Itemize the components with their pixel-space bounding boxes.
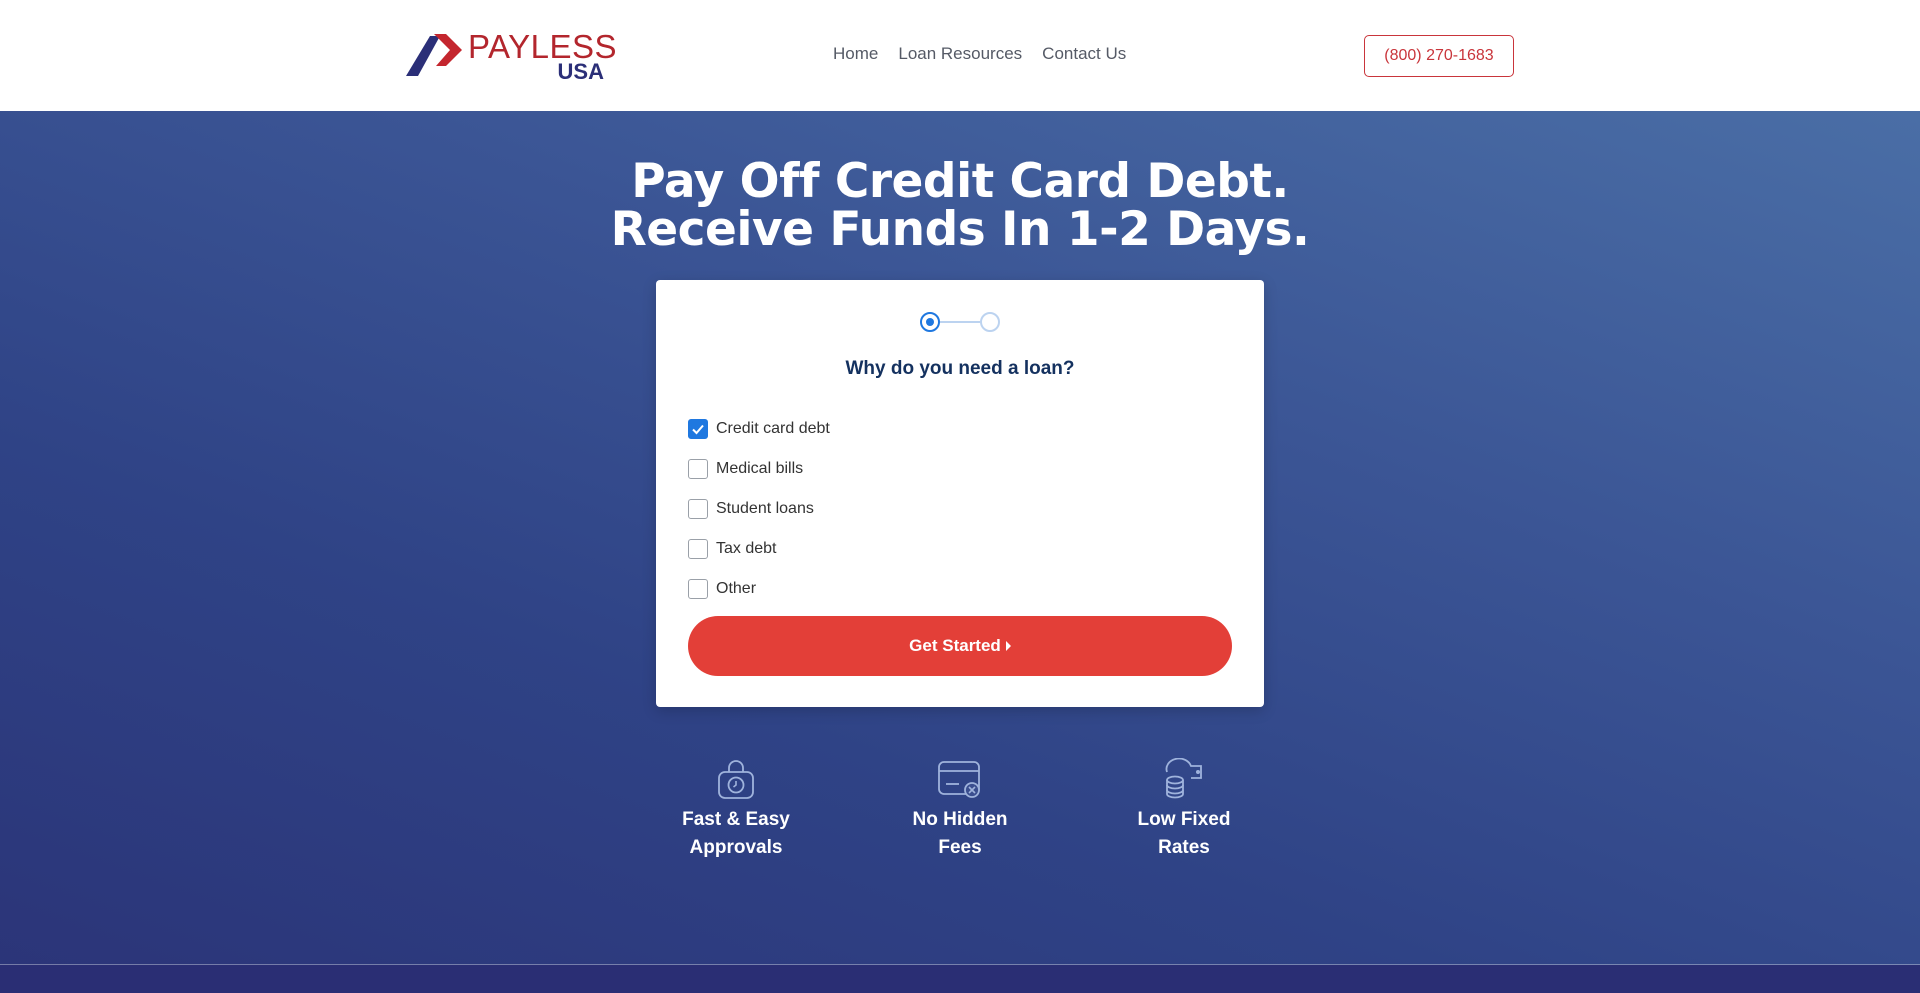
payless-usa-logo[interactable]: PAYLESS USA xyxy=(406,28,617,84)
option-label: Credit card debt xyxy=(716,420,830,437)
checkbox-credit-card-debt[interactable] xyxy=(688,419,708,439)
nav-home[interactable]: Home xyxy=(833,44,878,64)
option-label: Tax debt xyxy=(716,540,777,557)
footer-band xyxy=(0,965,1920,993)
option-other[interactable]: Other xyxy=(688,569,830,609)
loan-form-card: Why do you need a loan? Credit card debt… xyxy=(656,280,1264,707)
lock-clock-icon xyxy=(718,760,754,799)
feature-line-2: Approvals xyxy=(689,837,783,858)
feature-text: Low Fixed Rates xyxy=(1094,806,1274,862)
option-label: Student loans xyxy=(716,500,814,517)
checkbox-student-loans[interactable] xyxy=(688,499,708,519)
checkbox-tax-debt[interactable] xyxy=(688,539,708,559)
checkbox-other[interactable] xyxy=(688,579,708,599)
coins-wallet-icon xyxy=(1165,758,1202,799)
step-connector xyxy=(940,321,980,323)
card-no-fee-icon xyxy=(938,761,980,798)
step-2-indicator xyxy=(980,312,1000,332)
hero-title: Pay Off Credit Card Debt. Receive Funds … xyxy=(0,158,1920,254)
caret-right-icon xyxy=(1005,641,1011,651)
feature-low-fixed-rates: Low Fixed Rates xyxy=(1094,758,1274,862)
feature-line-1: No Hidden xyxy=(912,809,1008,830)
feature-text: Fast & Easy Approvals xyxy=(646,806,826,862)
site-header: PAYLESS USA Home Loan Resources Contact … xyxy=(0,0,1920,111)
hero-title-line-1: Pay Off Credit Card Debt. xyxy=(631,154,1289,209)
nav-contact-us[interactable]: Contact Us xyxy=(1042,44,1126,64)
option-tax-debt[interactable]: Tax debt xyxy=(688,529,830,569)
hero-section: Pay Off Credit Card Debt. Receive Funds … xyxy=(0,111,1920,993)
feature-line-2: Rates xyxy=(1158,837,1210,858)
loan-reason-options: Credit card debt Medical bills Student l… xyxy=(688,409,830,609)
form-stepper xyxy=(920,312,1002,334)
option-credit-card-debt[interactable]: Credit card debt xyxy=(688,409,830,449)
checkbox-medical-bills[interactable] xyxy=(688,459,708,479)
nav-loan-resources[interactable]: Loan Resources xyxy=(898,44,1022,64)
feature-line-1: Fast & Easy xyxy=(682,809,790,830)
main-nav: Home Loan Resources Contact Us xyxy=(833,44,1126,64)
get-started-button[interactable]: Get Started xyxy=(688,616,1232,676)
logo-word-usa: USA xyxy=(557,59,604,84)
option-label: Medical bills xyxy=(716,460,804,477)
option-student-loans[interactable]: Student loans xyxy=(688,489,830,529)
feature-text: No Hidden Fees xyxy=(870,806,1050,862)
option-medical-bills[interactable]: Medical bills xyxy=(688,449,830,489)
feature-no-hidden-fees: No Hidden Fees xyxy=(870,758,1050,862)
check-icon xyxy=(692,424,704,435)
phone-button[interactable]: (800) 270-1683 xyxy=(1364,35,1514,77)
hero-title-line-2: Receive Funds In 1-2 Days. xyxy=(610,202,1310,257)
logo-chevron-icon xyxy=(406,34,462,76)
feature-line-2: Fees xyxy=(938,837,982,858)
form-question: Why do you need a loan? xyxy=(845,358,1075,379)
option-label: Other xyxy=(716,580,757,597)
feature-fast-approvals: Fast & Easy Approvals xyxy=(646,758,826,862)
get-started-label: Get Started xyxy=(909,636,1001,655)
feature-line-1: Low Fixed xyxy=(1137,809,1231,830)
step-1-indicator xyxy=(920,312,940,332)
